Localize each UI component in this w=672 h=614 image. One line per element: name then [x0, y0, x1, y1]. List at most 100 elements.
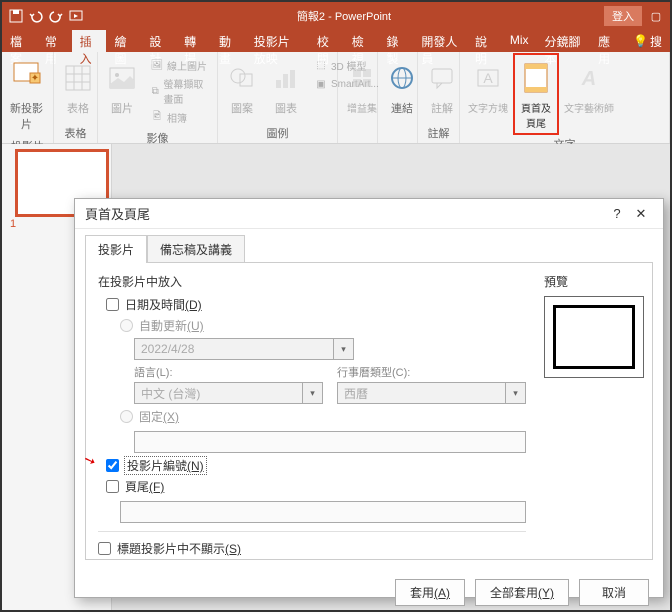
cal-combo[interactable] [337, 382, 506, 404]
apply-button[interactable]: 套用(A) [395, 579, 465, 606]
shapes-label: 圖案 [231, 100, 253, 116]
tab-recording[interactable]: 錄製 [379, 30, 414, 52]
autoupdate-radio[interactable] [120, 319, 133, 332]
tab-transitions[interactable]: 轉場 [176, 30, 211, 52]
textbox-icon: A [472, 58, 504, 98]
svg-text:A: A [483, 70, 493, 86]
tab-draw[interactable]: 繪圖 [106, 30, 141, 52]
undo-icon[interactable] [28, 8, 44, 24]
textbox-label: 文字方塊 [468, 100, 508, 115]
tab-insert[interactable]: 插入 [72, 30, 107, 52]
link-button[interactable]: 連結 [382, 56, 422, 118]
new-slide-icon: ✦ [11, 58, 43, 98]
comment-button[interactable]: 註解 [422, 56, 462, 118]
dontshow-checkbox[interactable] [98, 542, 111, 555]
redo-icon[interactable] [48, 8, 64, 24]
svg-text:A: A [581, 68, 596, 90]
comment-group-label: 註解 [418, 125, 459, 143]
tab-file[interactable]: 檔案 [2, 30, 37, 52]
addin-button[interactable]: 增益集 [342, 56, 382, 117]
dontshow-label: 標題投影片中不顯示(S) [117, 540, 241, 557]
dialog-title: 頁首及頁尾 [85, 204, 605, 223]
online-picture-button[interactable]: 🖼線上圖片 [146, 56, 213, 74]
lang-label: 語言(L): [134, 364, 323, 380]
picture-button[interactable]: 圖片 [102, 56, 142, 118]
table-label: 表格 [67, 100, 89, 116]
footer-checkbox[interactable] [106, 480, 119, 493]
table-button[interactable]: 表格 [58, 56, 98, 118]
tab-mix[interactable]: Mix [502, 30, 537, 52]
ribbon-options-icon[interactable]: ▢ [648, 8, 664, 24]
footer-input[interactable] [120, 501, 526, 523]
dialog-tab-slide[interactable]: 投影片 [85, 235, 147, 263]
apply-all-button[interactable]: 全部套用(Y) [475, 579, 569, 606]
picture-label: 圖片 [111, 100, 133, 116]
wordart-button[interactable]: A 文字藝術師 [560, 56, 618, 117]
screenshot-button[interactable]: ⧉螢幕擷取畫面 [146, 75, 213, 107]
window-title: 簡報2 - PowerPoint [90, 8, 598, 24]
chart-label: 圖表 [275, 100, 297, 116]
datetime-label: 日期及時間(D) [125, 296, 202, 313]
dialog-tab-notes[interactable]: 備忘稿及講義 [147, 235, 245, 263]
tab-apps[interactable]: 應用 [590, 30, 625, 52]
tab-animations[interactable]: 動畫 [211, 30, 246, 52]
addin-icon [346, 58, 378, 98]
header-footer-icon [520, 58, 552, 98]
lang-combo[interactable] [134, 382, 303, 404]
tab-script[interactable]: 分鏡腳本 [537, 30, 591, 52]
tab-home[interactable]: 常用 [37, 30, 72, 52]
header-footer-label: 頁首及 頁尾 [521, 100, 551, 130]
new-slide-button[interactable]: ✦ 新投影 片 [6, 56, 47, 134]
comment-label: 註解 [431, 100, 453, 116]
screenshot-icon: ⧉ [149, 83, 161, 99]
picture-icon [106, 58, 138, 98]
preview-label: 預覽 [544, 273, 644, 290]
fixed-input[interactable] [134, 431, 526, 453]
header-footer-dialog: 頁首及頁尾 ? ✕ 投影片 備忘稿及講義 在投影片中放入 日期及時間(D) 自動… [74, 198, 664, 598]
save-icon[interactable] [8, 8, 24, 24]
table-icon [62, 58, 94, 98]
preview-box [544, 296, 644, 378]
autoupdate-label: 自動更新(U) [139, 317, 204, 334]
chart-button[interactable]: 圖表 [266, 56, 306, 118]
slidenum-checkbox[interactable] [106, 459, 119, 472]
datetime-checkbox[interactable] [106, 298, 119, 311]
tab-view[interactable]: 檢視 [344, 30, 379, 52]
album-button[interactable]: 🖻相簿 [146, 108, 213, 126]
chevron-down-icon[interactable]: ▾ [334, 338, 354, 360]
tab-help[interactable]: 說明 [467, 30, 502, 52]
tab-review[interactable]: 校閱 [309, 30, 344, 52]
wordart-icon: A [573, 58, 605, 98]
footer-label: 頁尾(F) [125, 478, 164, 495]
online-picture-label: 線上圖片 [167, 58, 207, 73]
chart-icon [270, 58, 302, 98]
signin-button[interactable]: 登入 [604, 6, 642, 26]
online-picture-icon: 🖼 [149, 57, 165, 73]
bulb-icon: 💡 [633, 34, 648, 48]
chevron-down-icon[interactable]: ▾ [303, 382, 323, 404]
fixed-label: 固定(X) [139, 408, 179, 425]
help-button[interactable]: ? [605, 206, 629, 221]
tab-slideshow[interactable]: 投影片放映 [246, 30, 309, 52]
close-button[interactable]: ✕ [629, 206, 653, 222]
screenshot-label: 螢幕擷取畫面 [163, 76, 210, 106]
tab-search[interactable]: 💡搜 [625, 30, 670, 52]
date-combo[interactable] [134, 338, 334, 360]
shapes-button[interactable]: 圖案 [222, 56, 262, 118]
cancel-button[interactable]: 取消 [579, 579, 649, 606]
chevron-down-icon[interactable]: ▾ [506, 382, 526, 404]
comment-icon [426, 58, 458, 98]
section-label: 在投影片中放入 [98, 273, 526, 290]
fixed-radio[interactable] [120, 410, 133, 423]
tab-design[interactable]: 設計 [141, 30, 176, 52]
shapes-icon [226, 58, 258, 98]
textbox-button[interactable]: A 文字方塊 [464, 56, 512, 117]
header-footer-button[interactable]: 頁首及 頁尾 [516, 56, 556, 132]
tab-developer[interactable]: 開發人員 [413, 30, 467, 52]
new-slide-label: 新投影 片 [10, 100, 43, 132]
album-icon: 🖻 [149, 109, 165, 125]
svg-text:✦: ✦ [30, 73, 38, 84]
cal-label: 行事曆類型(C): [337, 364, 526, 380]
slideshow-icon[interactable] [68, 8, 84, 24]
wordart-label: 文字藝術師 [564, 100, 614, 115]
